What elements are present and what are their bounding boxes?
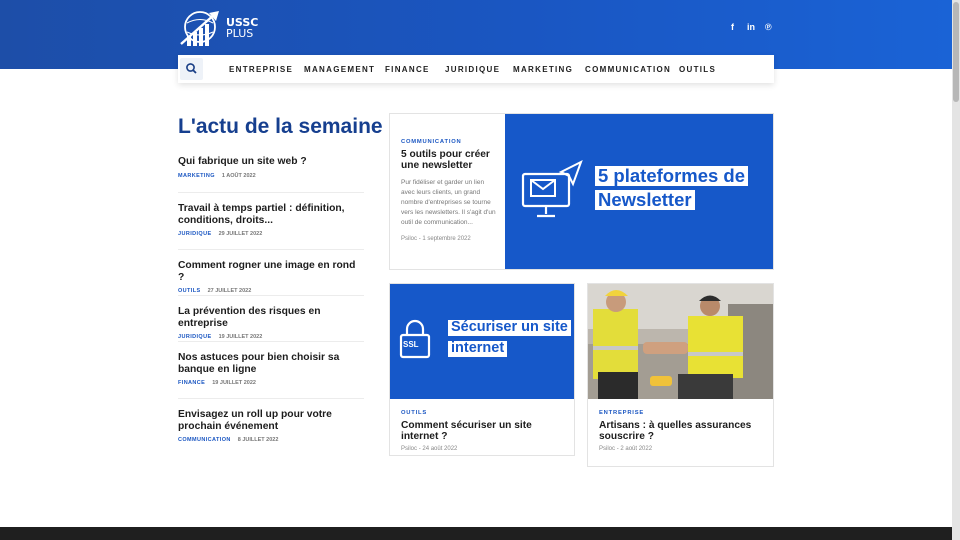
post-title[interactable]: Envisagez un roll up pour votre prochain… [178,409,364,432]
article-date: 1 septembre 2022 [422,236,471,242]
meta-separator: - [418,236,421,242]
image-caption-line-2: internet [448,340,508,357]
article-date: 24 août 2022 [422,446,458,452]
post-category[interactable]: OUTILS [178,288,201,294]
meta-separator: - [418,446,421,452]
brand-wordmark[interactable]: USSC PLUS [226,17,258,39]
workers-photo[interactable] [588,284,774,399]
featured-image[interactable]: 5 plateformes de Newsletter [505,114,773,269]
list-item[interactable]: Envisagez un roll up pour votre prochain… [178,409,364,443]
list-item[interactable]: Travail à temps partiel : définition, co… [178,203,364,237]
nav-item-entreprise[interactable]: ENTREPRISE [229,65,293,74]
list-item[interactable]: Nos astuces pour bien choisir sa banque … [178,352,364,386]
article-card[interactable]: ENTREPRISE Artisans : à quelles assuranc… [587,283,774,467]
article-author[interactable]: Psiloc [401,446,417,452]
nav-item-management[interactable]: MANAGEMENT [304,65,375,74]
linkedin-icon[interactable]: in [747,22,755,32]
nav-item-marketing[interactable]: MARKETING [513,65,573,74]
post-date: 19 JUILLET 2022 [218,334,263,340]
search-icon [186,63,197,74]
divider [178,341,364,342]
list-item[interactable]: Comment rogner une image en rond ? OUTIL… [178,260,364,294]
divider [178,249,364,250]
nav-item-outils[interactable]: OUTILS [679,65,716,74]
scrollbar[interactable] [952,0,960,540]
post-title[interactable]: La prévention des risques en entreprise [178,306,364,329]
main-navigation: ENTREPRISE MANAGEMENT FINANCE JURIDIQUE … [178,55,774,83]
divider [178,398,364,399]
lock-icon [399,319,431,359]
divider [178,295,364,296]
article-excerpt: Pur fidéliser et garder un lien avec leu… [401,179,496,226]
post-date: 27 JUILLET 2022 [207,288,252,294]
ssl-badge: SSL [403,340,419,349]
image-caption-line-1: 5 plateformes de [595,165,749,187]
article-title[interactable]: Artisans : à quelles assurances souscrir… [599,420,765,442]
post-date: 8 JUILLET 2022 [237,437,279,443]
list-item[interactable]: La prévention des risques en entreprise … [178,306,364,340]
meta-separator: - [616,446,619,452]
featured-article-card[interactable]: COMMUNICATION 5 outils pour créer une ne… [389,113,774,270]
nav-item-communication[interactable]: COMMUNICATION [585,65,671,74]
brand-line-2: PLUS [226,27,254,40]
post-date: 19 JUILLET 2022 [212,380,256,386]
article-author[interactable]: Psiloc [599,446,615,452]
article-title[interactable]: 5 outils pour créer une newsletter [401,149,497,171]
post-category[interactable]: JURIDIQUE [178,231,212,237]
post-category[interactable]: MARKETING [178,173,215,179]
article-category[interactable]: OUTILS [401,410,567,416]
pinterest-icon[interactable]: ℗ [765,22,772,32]
divider [178,192,364,193]
section-heading: L'actu de la semaine [178,115,383,138]
article-author[interactable]: Psiloc [401,236,417,242]
site-footer [0,527,952,540]
list-item[interactable]: Qui fabrique un site web ? MARKETING 1 AO… [178,156,364,179]
post-category[interactable]: COMMUNICATION [178,437,231,443]
image-caption-line-2: Newsletter [595,189,695,211]
search-button[interactable] [180,58,203,80]
image-caption-line-1: Sécuriser un site [448,319,571,336]
post-title[interactable]: Comment rogner une image en rond ? [178,260,364,283]
post-title[interactable]: Travail à temps partiel : définition, co… [178,203,364,226]
article-date: 2 août 2022 [620,446,653,452]
scrollbar-thumb[interactable] [953,2,959,102]
article-category[interactable]: COMMUNICATION [401,139,497,145]
article-title[interactable]: Comment sécuriser un site internet ? [401,420,567,442]
newsletter-icon [521,160,583,218]
facebook-icon[interactable]: f [731,22,734,32]
post-date: 29 JUILLET 2022 [218,231,263,237]
post-category[interactable]: JURIDIQUE [178,334,212,340]
post-title[interactable]: Qui fabrique un site web ? [178,156,364,168]
post-category[interactable]: FINANCE [178,380,205,386]
nav-item-juridique[interactable]: JURIDIQUE [445,65,500,74]
post-title[interactable]: Nos astuces pour bien choisir sa banque … [178,352,364,375]
post-date: 1 AOÛT 2022 [221,172,256,179]
nav-item-finance[interactable]: FINANCE [385,65,430,74]
article-card[interactable]: SSL Sécuriser un site internet OUTILS Co… [389,283,575,456]
article-category[interactable]: ENTREPRISE [599,410,765,416]
article-image[interactable]: SSL Sécuriser un site internet [390,284,574,399]
